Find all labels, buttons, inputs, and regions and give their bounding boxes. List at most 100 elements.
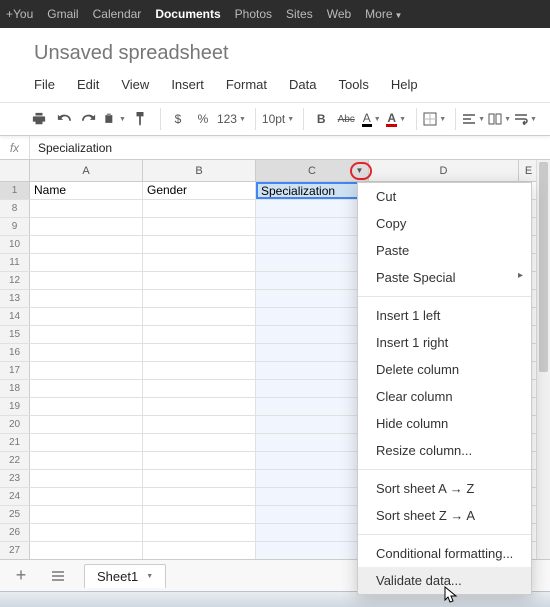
scrollbar-thumb[interactable] (539, 162, 548, 372)
nav-calendar[interactable]: Calendar (93, 7, 142, 21)
undo-icon[interactable] (53, 107, 75, 131)
cell[interactable] (256, 272, 369, 289)
row-header[interactable]: 20 (0, 416, 30, 433)
cell[interactable] (256, 380, 369, 397)
bold-button[interactable]: B (310, 107, 332, 131)
cell[interactable] (30, 452, 143, 469)
paste-icon[interactable]: ▼ (103, 107, 126, 131)
menu-item-insert-1-left[interactable]: Insert 1 left (358, 302, 531, 329)
strike-button[interactable]: Abc (335, 107, 357, 131)
column-header-c[interactable]: C ▼ (256, 160, 369, 181)
row-header[interactable]: 11 (0, 254, 30, 271)
cell[interactable] (143, 434, 256, 451)
cell[interactable] (30, 470, 143, 487)
cell[interactable] (143, 488, 256, 505)
align-button[interactable]: ▼ (462, 107, 485, 131)
cell[interactable] (143, 380, 256, 397)
borders-button[interactable]: ▼ (423, 107, 446, 131)
cell[interactable] (143, 398, 256, 415)
print-icon[interactable] (28, 107, 50, 131)
menu-item-paste[interactable]: Paste (358, 237, 531, 264)
cell[interactable] (256, 542, 369, 559)
column-header-b[interactable]: B (143, 160, 256, 181)
cell[interactable] (143, 308, 256, 325)
text-color-button[interactable]: A▼ (360, 107, 382, 131)
cell[interactable] (143, 236, 256, 253)
row-header[interactable]: 10 (0, 236, 30, 253)
menu-item-validate-data[interactable]: Validate data... (358, 567, 531, 594)
cell[interactable] (256, 308, 369, 325)
cell[interactable] (143, 344, 256, 361)
menu-item-cut[interactable]: Cut (358, 183, 531, 210)
cell[interactable] (30, 218, 143, 235)
cell[interactable] (143, 524, 256, 541)
row-header[interactable]: 24 (0, 488, 30, 505)
row-header[interactable]: 14 (0, 308, 30, 325)
row-header[interactable]: 9 (0, 218, 30, 235)
cell[interactable]: Name (30, 182, 143, 199)
cell[interactable] (30, 326, 143, 343)
font-size-select[interactable]: 10pt▼ (262, 107, 294, 131)
cell[interactable] (30, 434, 143, 451)
nav-you[interactable]: +You (6, 7, 33, 21)
row-header[interactable]: 26 (0, 524, 30, 541)
nav-web[interactable]: Web (327, 7, 351, 21)
cell[interactable] (30, 398, 143, 415)
all-sheets-button[interactable] (47, 564, 69, 588)
menu-item-sort-sheet-z-a[interactable]: Sort sheet Z → A (358, 502, 531, 529)
row-header[interactable]: 8 (0, 200, 30, 217)
cell[interactable] (30, 272, 143, 289)
menu-item-paste-special[interactable]: Paste Special (358, 264, 531, 291)
cell[interactable] (30, 524, 143, 541)
menu-view[interactable]: View (121, 77, 149, 92)
cell[interactable] (143, 506, 256, 523)
nav-photos[interactable]: Photos (235, 7, 272, 21)
cell[interactable] (143, 272, 256, 289)
nav-more[interactable]: More▼ (365, 7, 402, 21)
menu-insert[interactable]: Insert (171, 77, 204, 92)
cell[interactable] (143, 200, 256, 217)
cell[interactable] (30, 506, 143, 523)
menu-item-resize-column[interactable]: Resize column... (358, 437, 531, 464)
cell[interactable] (30, 236, 143, 253)
cell[interactable] (256, 344, 369, 361)
cell[interactable] (256, 326, 369, 343)
menu-file[interactable]: File (34, 77, 55, 92)
row-header[interactable]: 17 (0, 362, 30, 379)
column-header-a[interactable]: A (30, 160, 143, 181)
cell[interactable] (256, 470, 369, 487)
menu-item-hide-column[interactable]: Hide column (358, 410, 531, 437)
menu-tools[interactable]: Tools (338, 77, 368, 92)
row-header[interactable]: 27 (0, 542, 30, 559)
formula-input[interactable]: Specialization (30, 141, 112, 155)
menu-data[interactable]: Data (289, 77, 316, 92)
cell[interactable] (143, 416, 256, 433)
row-header[interactable]: 15 (0, 326, 30, 343)
document-title[interactable]: Unsaved spreadsheet (34, 42, 530, 65)
menu-item-delete-column[interactable]: Delete column (358, 356, 531, 383)
menu-item-sort-sheet-a-z[interactable]: Sort sheet A → Z (358, 475, 531, 502)
cell[interactable] (256, 434, 369, 451)
menu-format[interactable]: Format (226, 77, 267, 92)
add-sheet-button[interactable]: + (10, 564, 32, 588)
paint-format-icon[interactable] (129, 107, 151, 131)
row-header[interactable]: 21 (0, 434, 30, 451)
cell[interactable] (143, 362, 256, 379)
menu-item-insert-1-right[interactable]: Insert 1 right (358, 329, 531, 356)
row-header[interactable]: 12 (0, 272, 30, 289)
row-header[interactable]: 16 (0, 344, 30, 361)
column-dropdown-icon[interactable]: ▼ (353, 164, 366, 177)
fill-color-button[interactable]: A▼ (385, 107, 407, 131)
cell[interactable] (143, 254, 256, 271)
cell[interactable] (30, 344, 143, 361)
cell[interactable] (143, 326, 256, 343)
cell[interactable] (256, 416, 369, 433)
menu-item-copy[interactable]: Copy (358, 210, 531, 237)
cell[interactable] (30, 488, 143, 505)
row-header[interactable]: 19 (0, 398, 30, 415)
cell[interactable] (256, 398, 369, 415)
cell[interactable] (256, 200, 369, 217)
menu-item-conditional-formatting[interactable]: Conditional formatting... (358, 540, 531, 567)
cell[interactable] (30, 254, 143, 271)
select-all-corner[interactable] (0, 160, 30, 181)
